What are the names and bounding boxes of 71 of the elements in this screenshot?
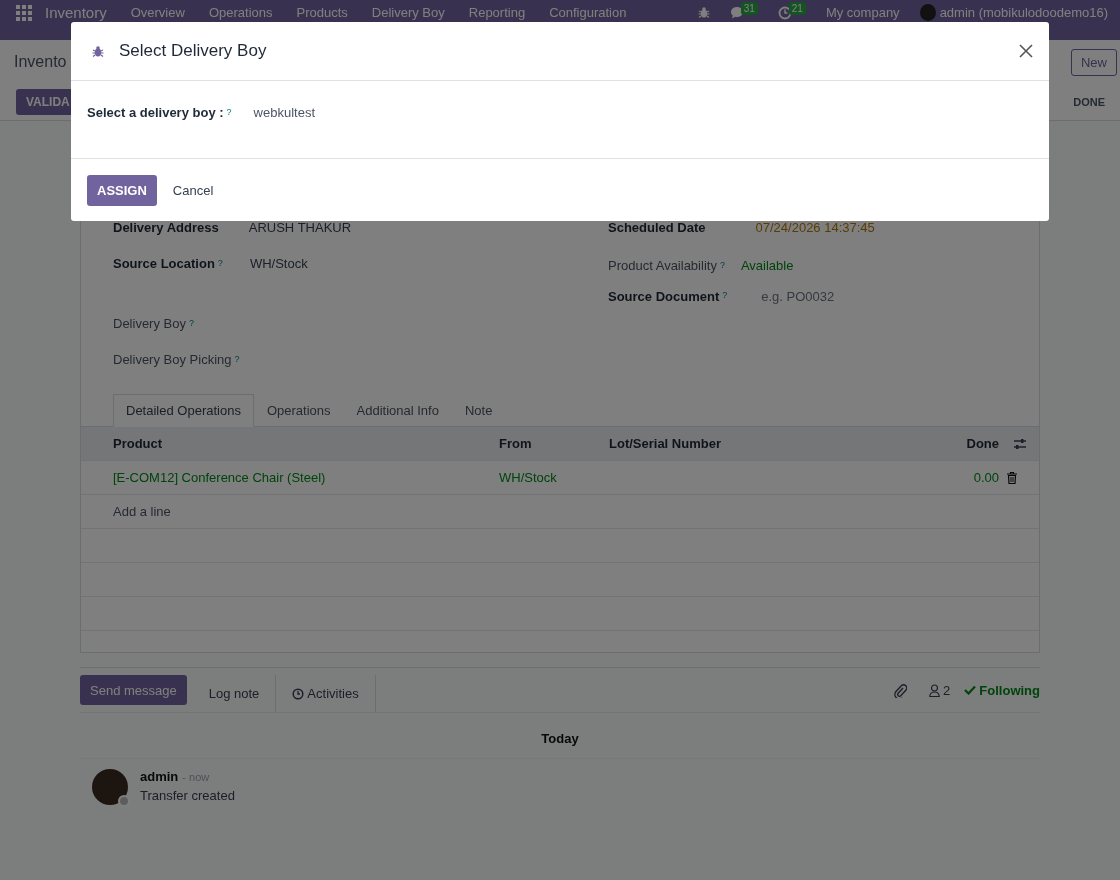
bug-icon	[697, 6, 710, 19]
assign-button[interactable]: ASSIGN	[87, 174, 157, 206]
new-button[interactable]: New	[1071, 48, 1117, 76]
sliders-icon	[1013, 437, 1027, 450]
table-cell-text: 0.00	[972, 470, 999, 485]
date-separator: Today	[541, 731, 579, 746]
person-icon	[929, 683, 941, 697]
send-message-button[interactable]: Send message	[80, 675, 187, 705]
tab[interactable]: Detailed Operations	[113, 394, 254, 427]
table-cell[interactable]: [E-COM12] Conference Chair (Steel)	[113, 470, 499, 485]
menu-item[interactable]: Overview	[130, 5, 185, 20]
help-mark[interactable]: ?	[188, 318, 194, 328]
following-button[interactable]: Following	[964, 682, 1040, 698]
column-header: Product	[113, 436, 164, 451]
presence-dot	[118, 795, 130, 807]
author-name: admin	[140, 769, 179, 784]
add-line-link[interactable]: Add a line	[113, 504, 171, 519]
field-value: ARUSH THAKUR	[248, 220, 352, 235]
table-cell[interactable]: WH/Stock	[499, 470, 609, 485]
log-note-button[interactable]: Log note	[192, 675, 277, 712]
activities-button[interactable]: Activities	[276, 675, 376, 712]
user-menu[interactable]: admin (mobikulodoodemo16)	[939, 5, 1108, 20]
column-header: Lot/Serial Number	[609, 436, 722, 451]
clock-icon	[777, 5, 792, 20]
tab[interactable]: Additional Info	[343, 394, 452, 427]
input-field[interactable]: e.g. PO0032	[759, 288, 964, 305]
apps-grid-icon	[16, 4, 32, 21]
menu-item[interactable]: Configuration	[549, 5, 627, 20]
field-value: WH/Stock	[249, 256, 308, 271]
status-stage[interactable]: DONE	[1073, 96, 1105, 108]
tab[interactable]: Note	[451, 394, 506, 427]
help-mark[interactable]: ?	[722, 290, 728, 300]
menu-item[interactable]: Delivery Boy	[371, 5, 445, 20]
message-text: Transfer created	[140, 788, 235, 803]
trash-icon	[1007, 471, 1017, 484]
field-value: 07/24/2026 14:37:45	[755, 220, 875, 235]
cancel-button[interactable]: Cancel	[162, 174, 224, 206]
menu-item[interactable]: Reporting	[468, 5, 526, 20]
count-badge: 31	[740, 2, 758, 15]
column-header: Done	[965, 436, 999, 451]
field-label: Delivery Boy Picking	[113, 352, 232, 367]
close-icon	[1019, 44, 1033, 58]
field-label: Source Location	[113, 256, 215, 271]
tab[interactable]: Operations	[253, 394, 344, 427]
help-mark[interactable]: ?	[234, 354, 240, 364]
user-avatar	[919, 4, 936, 21]
app-name[interactable]: Inventory	[45, 4, 107, 21]
field-value: Available	[740, 258, 794, 273]
check-icon	[964, 685, 977, 695]
field-label: Source Document	[608, 289, 720, 304]
column-header: From	[499, 436, 533, 451]
help-mark[interactable]: ?	[217, 258, 223, 268]
menu-item[interactable]: Operations	[208, 5, 273, 20]
field-value[interactable]: webkultest	[253, 105, 315, 120]
menu-item[interactable]: Products	[296, 5, 348, 20]
field-label: Product Availability	[608, 258, 717, 273]
count-badge: 21	[788, 1, 806, 15]
followers-button[interactable]: 2	[929, 682, 951, 698]
dialog-title: Select Delivery Boy	[119, 41, 268, 61]
breadcrumb[interactable]: Invento	[14, 53, 67, 71]
help-mark[interactable]: ?	[719, 260, 725, 270]
chat-icon	[729, 6, 744, 19]
bug-icon	[92, 44, 104, 58]
field-label: Delivery Boy	[113, 316, 186, 331]
help-mark[interactable]: ?	[226, 107, 232, 117]
company-switcher[interactable]: My company	[825, 5, 900, 20]
field-label: Delivery Address	[113, 220, 219, 235]
field-label: Select a delivery boy :	[87, 105, 224, 120]
paperclip-icon	[893, 682, 908, 698]
field-label: Scheduled Date	[608, 220, 706, 235]
clock-icon	[292, 687, 305, 700]
